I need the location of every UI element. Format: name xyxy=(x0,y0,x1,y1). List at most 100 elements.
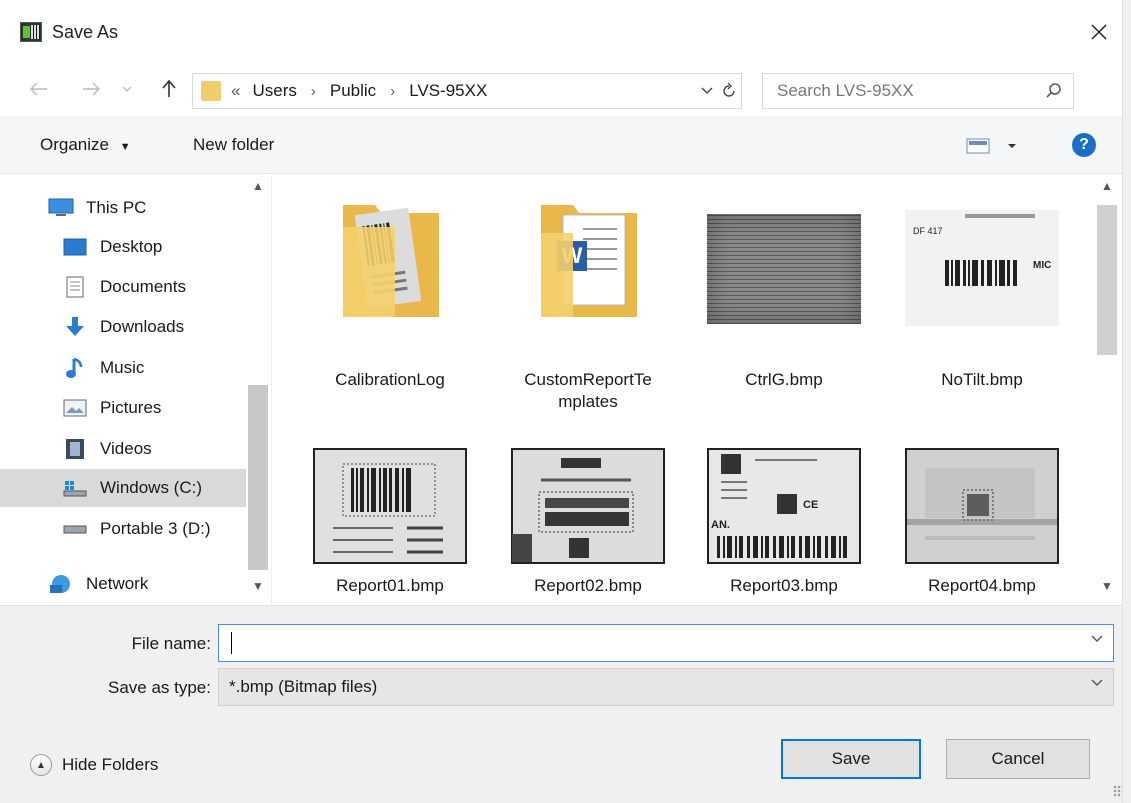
sidebar-item-label: Videos xyxy=(100,439,152,458)
sidebar-item-label: Windows (C:) xyxy=(100,478,203,497)
folder-icon: W xyxy=(490,193,686,323)
scroll-up-icon[interactable]: ▲ xyxy=(1101,179,1113,193)
svg-text:DF 417: DF 417 xyxy=(913,226,943,236)
folder-icon xyxy=(292,193,488,323)
file-item-report03-bmp[interactable]: CE AN. Report03.bmp xyxy=(686,445,882,605)
file-name: Report04.bmp xyxy=(928,576,1036,595)
collapse-up-icon: ▲ xyxy=(30,754,52,776)
back-button[interactable] xyxy=(26,76,52,102)
forward-button[interactable] xyxy=(78,76,104,102)
barcode-app-icon xyxy=(20,22,42,42)
scrollbar-thumb[interactable] xyxy=(1097,205,1117,355)
close-icon xyxy=(1091,24,1107,40)
change-view-button[interactable] xyxy=(966,136,1022,156)
file-item-report01-bmp[interactable]: Report01.bmp xyxy=(292,445,488,605)
new-folder-button[interactable]: New folder xyxy=(193,135,274,155)
address-bar[interactable]: « Users › Public › LVS-95XX xyxy=(192,73,742,109)
image-thumbnail xyxy=(490,447,686,565)
folder-icon xyxy=(201,81,221,101)
svg-text:MIC: MIC xyxy=(1033,260,1051,271)
organize-label: Organize xyxy=(40,135,109,154)
file-list: CalibrationLog W CustomReportTe mplates … xyxy=(272,175,1094,605)
image-thumbnail xyxy=(884,447,1080,565)
hide-folders-button[interactable]: ▲ Hide Folders xyxy=(30,754,158,776)
text-caret xyxy=(231,632,232,654)
file-name: CtrlG.bmp xyxy=(745,370,823,389)
sidebar-item-label: Documents xyxy=(100,277,186,296)
title-bar: Save As xyxy=(0,0,1131,66)
scroll-down-icon[interactable]: ▼ xyxy=(252,579,264,593)
window-title: Save As xyxy=(52,22,119,42)
forward-arrow-icon xyxy=(83,82,100,96)
help-button[interactable]: ? xyxy=(1072,133,1096,157)
breadcrumb-separator-icon: › xyxy=(390,82,396,100)
up-button[interactable] xyxy=(156,76,182,102)
file-item-notilt-bmp[interactable]: DF 417 MIC NoTilt.bmp xyxy=(884,193,1080,403)
chevron-down-icon[interactable] xyxy=(1091,635,1103,643)
sidebar-item-windows-c[interactable]: Windows (C:) xyxy=(0,469,246,507)
sidebar-item-label: This PC xyxy=(86,198,147,217)
refresh-button[interactable] xyxy=(713,74,743,108)
file-name-input[interactable] xyxy=(218,624,1114,662)
navigation-bar: « Users › Public › LVS-95XX Search LVS-9… xyxy=(0,66,1131,116)
file-item-report02-bmp[interactable]: Report02.bmp xyxy=(490,445,686,605)
breadcrumb-overflow[interactable]: « xyxy=(231,81,240,101)
breadcrumb-separator-icon: › xyxy=(310,82,316,100)
sidebar-item-label: Portable 3 (D:) xyxy=(100,519,211,538)
file-item-customreporttemplates[interactable]: W CustomReportTe mplates xyxy=(490,193,686,411)
svg-text:CE: CE xyxy=(803,499,818,511)
network-icon xyxy=(48,573,74,595)
close-button[interactable] xyxy=(1081,14,1117,50)
sidebar-item-label: Desktop xyxy=(100,237,163,256)
search-placeholder: Search LVS-95XX xyxy=(777,81,914,100)
breadcrumb-users[interactable]: Users xyxy=(252,81,296,101)
file-name: CustomReportTe mplates xyxy=(524,370,652,411)
image-thumbnail: CE AN. xyxy=(686,447,882,565)
navigation-scrollbar[interactable]: ▲ ▼ xyxy=(246,175,270,605)
navigation-pane: This PC Desktop Documents Downloads Musi… xyxy=(0,175,272,605)
image-thumbnail xyxy=(292,447,488,565)
organize-button[interactable]: Organize ▼ xyxy=(40,135,131,155)
sidebar-item-label: Network xyxy=(86,574,149,593)
file-list-scrollbar[interactable]: ▲ ▼ xyxy=(1094,175,1118,605)
sidebar-item-label: Music xyxy=(100,358,145,377)
file-name: CalibrationLog xyxy=(335,370,445,389)
file-name: NoTilt.bmp xyxy=(941,370,1023,389)
refresh-icon xyxy=(722,83,735,97)
scrollbar-thumb[interactable] xyxy=(248,385,268,570)
music-icon xyxy=(62,357,88,379)
hide-folders-label: Hide Folders xyxy=(62,755,159,774)
windows-drive-icon xyxy=(62,477,88,499)
command-toolbar: Organize ▼ New folder ? xyxy=(0,116,1131,174)
breadcrumb-public[interactable]: Public xyxy=(330,81,376,101)
save-button[interactable]: Save xyxy=(781,739,921,779)
search-input[interactable]: Search LVS-95XX xyxy=(762,73,1074,109)
documents-icon xyxy=(62,276,88,298)
address-dropdown-button[interactable] xyxy=(701,82,713,98)
scroll-down-icon[interactable]: ▼ xyxy=(1101,579,1113,593)
image-thumbnail: DF 417 MIC xyxy=(884,193,1080,326)
up-arrow-icon xyxy=(162,80,176,97)
save-as-type-select[interactable]: *.bmp (Bitmap files) xyxy=(218,668,1114,706)
file-item-report04-bmp[interactable]: Report04.bmp xyxy=(884,445,1080,605)
file-item-calibrationlog[interactable]: CalibrationLog xyxy=(292,193,488,403)
file-name-label: File name: xyxy=(131,634,211,653)
save-as-type-label: Save as type: xyxy=(107,678,211,697)
file-item-ctrlg-bmp[interactable]: CtrlG.bmp xyxy=(686,193,882,403)
desktop-icon xyxy=(62,236,88,258)
search-icon[interactable] xyxy=(1045,82,1063,100)
window-edge xyxy=(1122,0,1131,803)
recent-locations-button[interactable] xyxy=(114,76,140,102)
downloads-icon xyxy=(62,316,88,338)
breadcrumb-lvs-95xx[interactable]: LVS-95XX xyxy=(409,81,487,101)
file-name: Report02.bmp xyxy=(534,576,642,595)
scroll-up-icon[interactable]: ▲ xyxy=(252,179,264,193)
pictures-icon xyxy=(62,397,88,419)
drive-icon xyxy=(62,518,88,540)
svg-text:AN.: AN. xyxy=(711,519,730,531)
chevron-down-icon xyxy=(1091,679,1103,686)
videos-icon xyxy=(62,438,88,460)
chevron-down-icon xyxy=(701,87,713,94)
cancel-button[interactable]: Cancel xyxy=(946,739,1090,779)
view-icon xyxy=(966,138,1016,154)
